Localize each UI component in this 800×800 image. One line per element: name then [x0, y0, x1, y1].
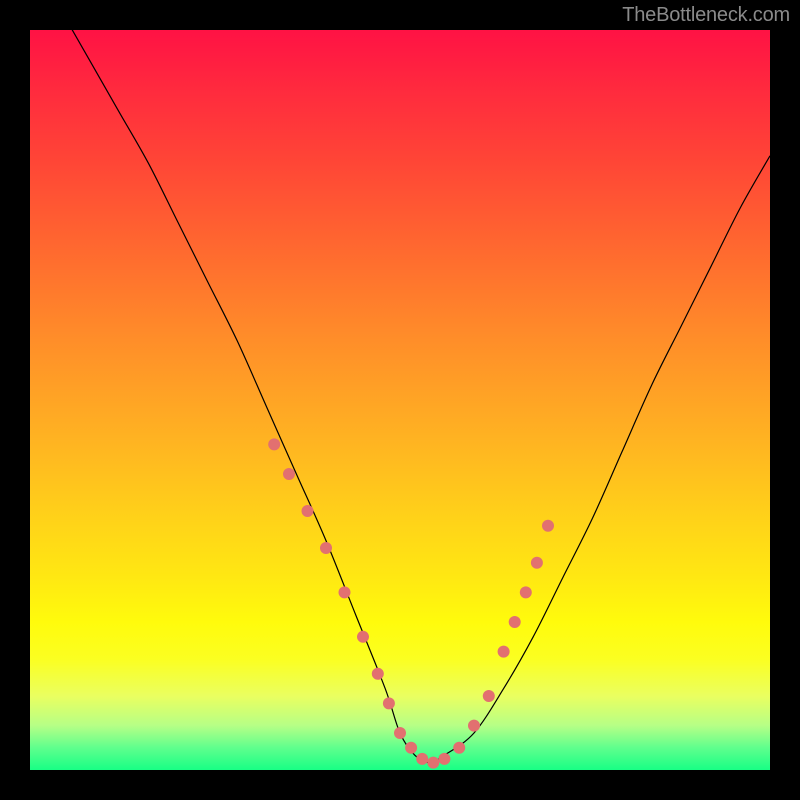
marker-dot — [483, 690, 495, 702]
marker-dot — [542, 520, 554, 532]
bottleneck-curve — [30, 30, 770, 763]
marker-dot — [468, 720, 480, 732]
plot-area — [30, 30, 770, 770]
chart-svg — [30, 30, 770, 770]
marker-dot — [405, 742, 417, 754]
marker-dot — [453, 742, 465, 754]
marker-dots — [268, 438, 554, 768]
marker-dot — [268, 438, 280, 450]
marker-dot — [394, 727, 406, 739]
chart-frame: TheBottleneck.com — [0, 0, 800, 800]
marker-dot — [438, 753, 450, 765]
watermark-label: TheBottleneck.com — [622, 4, 790, 27]
marker-dot — [416, 753, 428, 765]
marker-dot — [498, 646, 510, 658]
marker-dot — [339, 586, 351, 598]
marker-dot — [283, 468, 295, 480]
marker-dot — [383, 697, 395, 709]
marker-dot — [302, 505, 314, 517]
marker-dot — [509, 616, 521, 628]
marker-dot — [372, 668, 384, 680]
marker-dot — [357, 631, 369, 643]
marker-dot — [520, 586, 532, 598]
marker-dot — [531, 557, 543, 569]
marker-dot — [320, 542, 332, 554]
marker-dot — [427, 757, 439, 769]
